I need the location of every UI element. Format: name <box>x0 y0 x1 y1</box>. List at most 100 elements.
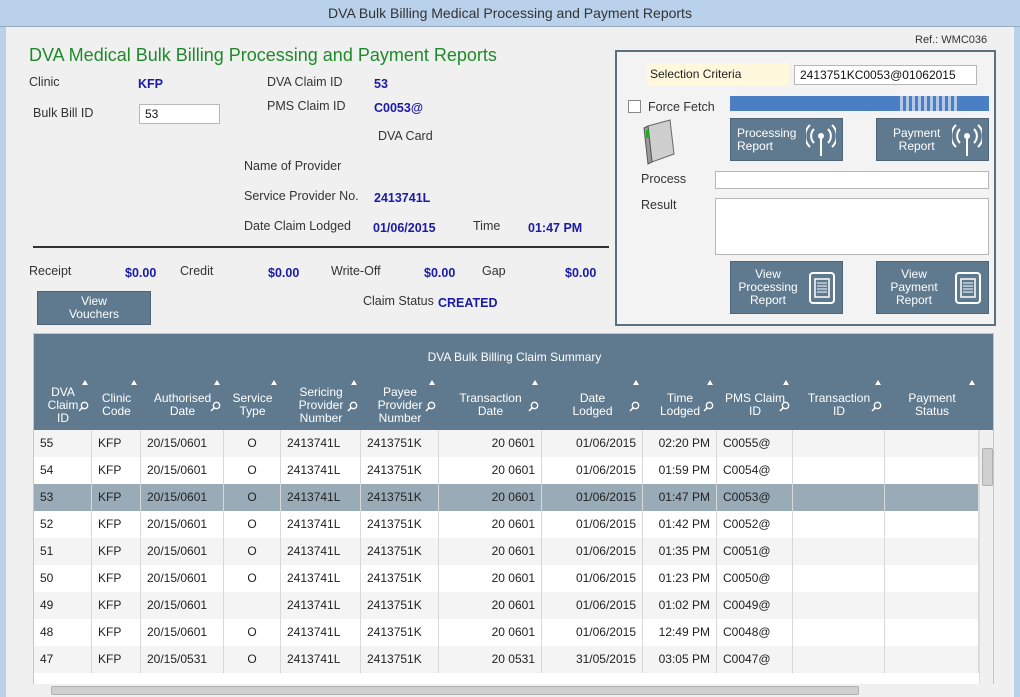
sort-arrow-icon[interactable] <box>351 380 357 385</box>
service-provider-value: 2413741L <box>374 191 431 205</box>
progress-bar <box>730 96 989 111</box>
table-row[interactable]: 54 KFP 20/15/0601 O 2413741L 2413751K 20 0601 0… <box>34 457 979 484</box>
horizontal-scrollbar[interactable] <box>33 684 994 697</box>
sort-arrow-icon[interactable] <box>131 380 137 385</box>
table-cell: C0047@ <box>717 646 793 673</box>
sort-arrow-icon[interactable] <box>783 380 789 385</box>
table-cell: 12:49 PM <box>643 619 717 646</box>
table-cell: KFP <box>92 457 141 484</box>
table-cell <box>793 484 885 511</box>
sort-arrow-icon[interactable] <box>429 380 435 385</box>
sort-arrow-icon[interactable] <box>875 380 881 385</box>
search-icon[interactable] <box>629 401 640 412</box>
table-cell <box>885 430 979 457</box>
search-icon[interactable] <box>779 401 790 412</box>
table-row[interactable]: 47 KFP 20/15/0531 O 2413741L 2413751K 20 0531 3… <box>34 646 979 673</box>
processing-report-button[interactable]: Processing Report <box>730 118 843 161</box>
view-processing-report-button[interactable]: View Processing Report <box>730 261 843 314</box>
window-title: DVA Bulk Billing Medical Processing and … <box>328 5 692 21</box>
search-icon[interactable] <box>210 401 221 412</box>
table-cell: 2413751K <box>361 430 439 457</box>
processing-report-label: Processing Report <box>737 125 797 153</box>
claim-status-value: CREATED <box>438 296 498 310</box>
column-header[interactable]: Transaction Date <box>439 392 542 418</box>
claim-summary-grid: DVA Bulk Billing Claim Summary DVA Claim… <box>33 333 994 697</box>
result-field[interactable] <box>715 198 989 255</box>
sort-arrow-icon[interactable] <box>969 380 975 385</box>
credit-label: Credit <box>180 264 214 278</box>
sort-arrow-icon[interactable] <box>214 380 220 385</box>
table-row[interactable]: 49 KFP 20/15/0601 2413741L 2413751K 20 0601 01… <box>34 592 979 619</box>
page-heading: DVA Medical Bulk Billing Processing and … <box>29 45 497 65</box>
search-icon[interactable] <box>78 401 89 412</box>
table-cell <box>885 511 979 538</box>
table-cell: 2413751K <box>361 619 439 646</box>
antenna-icon <box>952 123 982 156</box>
horizontal-scroll-thumb[interactable] <box>51 686 859 695</box>
dva-card-label: DVA Card <box>378 129 433 143</box>
table-cell: KFP <box>92 430 141 457</box>
table-row[interactable]: 48 KFP 20/15/0601 O 2413741L 2413751K 20 0601 0… <box>34 619 979 646</box>
claim-status-label: Claim Status <box>363 294 434 308</box>
view-vouchers-button[interactable]: View Vouchers <box>37 291 151 325</box>
receipt-value: $0.00 <box>125 266 157 280</box>
table-cell: O <box>224 619 281 646</box>
table-cell: O <box>224 538 281 565</box>
table-cell: 51 <box>34 538 92 565</box>
table-cell: 20 0601 <box>439 484 542 511</box>
table-cell: 20 0601 <box>439 619 542 646</box>
search-icon[interactable] <box>703 401 714 412</box>
view-payment-report-button[interactable]: View Payment Report <box>876 261 989 314</box>
selection-criteria-input[interactable] <box>794 65 977 85</box>
receipt-label: Receipt <box>29 264 72 278</box>
column-header[interactable]: Clinic Code <box>92 392 141 418</box>
table-cell: 2413751K <box>361 457 439 484</box>
gap-value: $0.00 <box>565 266 597 280</box>
process-field[interactable] <box>715 171 989 189</box>
divider <box>33 246 609 248</box>
table-cell: 2413751K <box>361 484 439 511</box>
sort-arrow-icon[interactable] <box>633 380 639 385</box>
table-cell: 01/06/2015 <box>542 538 643 565</box>
bulk-bill-id-input[interactable] <box>139 104 220 124</box>
table-cell: 01/06/2015 <box>542 430 643 457</box>
clinic-label: Clinic <box>29 75 60 89</box>
table-cell: 50 <box>34 565 92 592</box>
table-cell: 2413741L <box>281 457 361 484</box>
credit-value: $0.00 <box>268 266 300 280</box>
vertical-scrollbar[interactable] <box>979 430 993 696</box>
force-fetch-checkbox[interactable] <box>628 100 641 113</box>
table-row[interactable]: 55 KFP 20/15/0601 O 2413741L 2413751K 20 0601 0… <box>34 430 979 457</box>
table-cell <box>793 565 885 592</box>
search-icon[interactable] <box>528 401 539 412</box>
antenna-icon <box>806 123 836 156</box>
table-cell: 20 0601 <box>439 511 542 538</box>
clinic-value: KFP <box>138 77 163 91</box>
table-row[interactable]: 53 KFP 20/15/0601 O 2413741L 2413751K 20 0601 0… <box>34 484 979 511</box>
table-cell: 20/15/0601 <box>141 619 224 646</box>
search-icon[interactable] <box>871 401 882 412</box>
table-cell: 53 <box>34 484 92 511</box>
sort-arrow-icon[interactable] <box>82 380 88 385</box>
table-cell <box>224 592 281 619</box>
search-icon[interactable] <box>425 401 436 412</box>
search-icon[interactable] <box>347 401 358 412</box>
vertical-scroll-thumb[interactable] <box>982 448 993 486</box>
table-row[interactable]: 51 KFP 20/15/0601 O 2413741L 2413751K 20 0601 0… <box>34 538 979 565</box>
table-row[interactable]: 50 KFP 20/15/0601 O 2413741L 2413751K 20 0601 0… <box>34 565 979 592</box>
table-cell: 20/15/0531 <box>141 646 224 673</box>
table-cell: 20/15/0601 <box>141 538 224 565</box>
writeoff-value: $0.00 <box>424 266 456 280</box>
table-cell: KFP <box>92 484 141 511</box>
card-reader-icon <box>643 119 675 165</box>
sort-arrow-icon[interactable] <box>271 380 277 385</box>
column-header[interactable]: Service Type <box>224 392 281 418</box>
table-row[interactable]: 52 KFP 20/15/0601 O 2413741L 2413751K 20 0601 0… <box>34 511 979 538</box>
sort-arrow-icon[interactable] <box>707 380 713 385</box>
sort-arrow-icon[interactable] <box>532 380 538 385</box>
payment-report-button[interactable]: Payment Report <box>876 118 989 161</box>
table-cell: 20 0601 <box>439 538 542 565</box>
column-header[interactable]: Payment Status <box>885 392 979 418</box>
table-cell <box>793 619 885 646</box>
column-header[interactable]: Date Lodged <box>542 392 643 418</box>
